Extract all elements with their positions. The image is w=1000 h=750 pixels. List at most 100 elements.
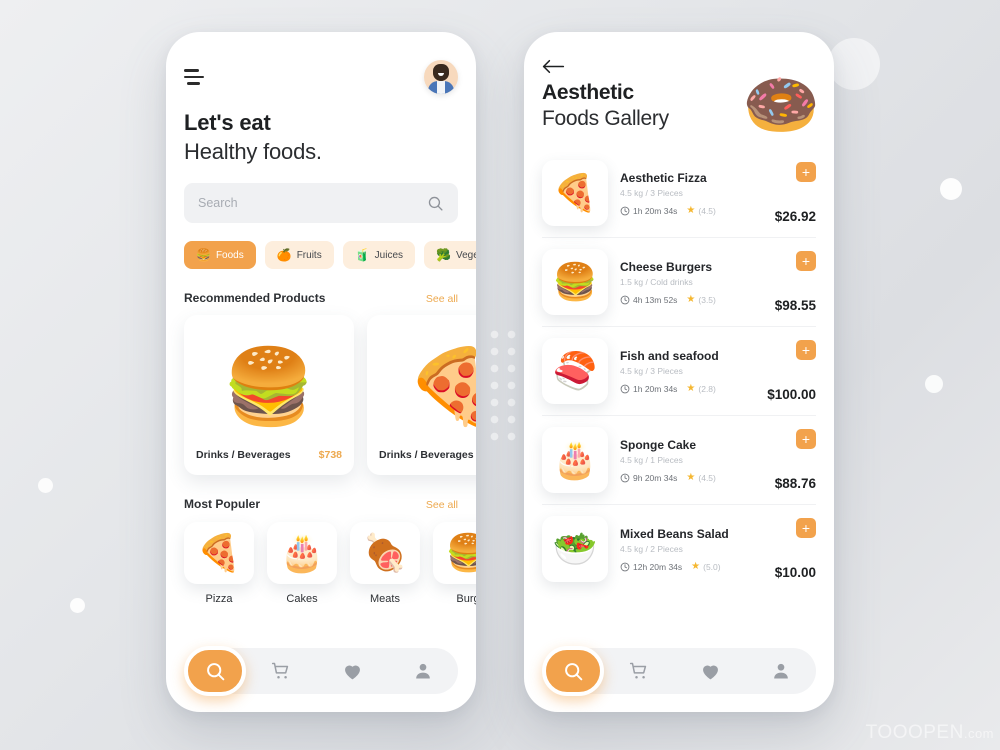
popular-title: Most Populer — [184, 497, 261, 511]
search-placeholder: Search — [198, 196, 238, 210]
category-chip-juices[interactable]: 🧃 Juices — [342, 241, 416, 269]
popular-item-cakes[interactable]: 🎂 Cakes — [267, 522, 337, 605]
gallery-title-line-2: Foods Gallery — [542, 107, 669, 130]
salad-thumbnail: 🥗 — [542, 516, 608, 582]
list-item-rating: ★ (3.5) — [686, 293, 716, 305]
heart-icon[interactable] — [342, 661, 363, 682]
category-chip-label: Foods — [215, 249, 244, 261]
popular-item-list[interactable]: 🍕 Pizza 🎂 Cakes 🍖 Meats 🍔 Burg — [184, 522, 476, 605]
nav-item-favorites[interactable] — [675, 661, 746, 682]
pizza-icon: 🍕 — [184, 522, 254, 584]
star-icon: ★ — [691, 560, 701, 572]
category-chip-label: Juices — [374, 249, 404, 261]
popular-item-burgers[interactable]: 🍔 Burg — [433, 522, 476, 605]
gallery-header: Aesthetic Foods Gallery 🍩 — [542, 75, 820, 137]
heart-icon[interactable] — [700, 661, 721, 682]
search-icon[interactable] — [563, 661, 584, 682]
decorative-circle — [38, 478, 53, 493]
list-item-subtitle: 4.5 kg / 3 Pieces — [620, 187, 683, 198]
juice-icon: 🧃 — [354, 248, 370, 262]
list-item-price: $26.92 — [774, 209, 816, 224]
star-icon: ★ — [686, 382, 696, 394]
popular-see-all-link[interactable]: See all — [426, 499, 458, 511]
decorative-circle — [828, 38, 880, 90]
nav-item-search-active[interactable] — [542, 646, 604, 696]
add-to-cart-button[interactable]: + — [796, 162, 816, 182]
recommended-card[interactable]: 🍕 Drinks / Beverages — [367, 315, 476, 475]
recommended-card-name: Drinks / Beverages — [196, 449, 291, 461]
headline-line-2: Healthy foods. — [184, 139, 322, 164]
seafood-thumbnail: 🍣 — [542, 338, 608, 404]
cart-icon[interactable] — [629, 661, 649, 681]
home-bottom-navigation[interactable] — [184, 646, 458, 696]
recommended-card-name: Drinks / Beverages — [379, 449, 474, 461]
watermark-suffix: .com — [963, 726, 994, 741]
add-to-cart-button[interactable]: + — [796, 340, 816, 360]
add-to-cart-button[interactable]: + — [796, 251, 816, 271]
list-item[interactable]: 🍔 Cheese Burgers 1.5 kg / Cold drinks 4h… — [542, 238, 816, 327]
category-chip-fruits[interactable]: 🍊 Fruits — [264, 241, 334, 269]
burger-icon: 🍔 — [196, 248, 211, 262]
recommended-section-header: Recommended Products See all — [184, 291, 458, 305]
list-item[interactable]: 🎂 Sponge Cake 4.5 kg / 1 Pieces 9h 20m 3… — [542, 416, 816, 505]
headline-line-1: Let's eat — [184, 110, 271, 135]
star-icon: ★ — [686, 293, 696, 305]
list-item-title: Sponge Cake — [620, 437, 697, 452]
broccoli-icon: 🥦 — [436, 248, 451, 262]
category-chip-vegetables[interactable]: 🥦 Veget — [424, 241, 476, 269]
add-to-cart-button[interactable]: + — [796, 429, 816, 449]
clock-icon — [620, 562, 630, 571]
phone-gallery-screen: Aesthetic Foods Gallery 🍩 🍕 Aesthetic Fi… — [524, 32, 834, 712]
list-item-title: Cheese Burgers — [620, 259, 713, 274]
search-icon[interactable] — [205, 661, 226, 682]
list-item-title: Fish and seafood — [620, 348, 719, 363]
list-item-time: 9h 20m 34s — [620, 473, 677, 483]
list-item[interactable]: 🍕 Aesthetic Fizza 4.5 kg / 3 Pieces 1h 2… — [542, 149, 816, 238]
recommended-card-list[interactable]: 🍔 Drinks / Beverages $738 🍕 Drinks / Bev… — [184, 315, 476, 475]
pizza-thumbnail: 🍕 — [542, 160, 608, 226]
category-chip-label: Veget — [455, 249, 476, 261]
popular-item-meats[interactable]: 🍖 Meats — [350, 522, 420, 605]
profile-icon[interactable] — [771, 661, 791, 681]
recommended-title: Recommended Products — [184, 291, 326, 305]
nav-item-profile[interactable] — [387, 661, 458, 681]
category-chip-foods[interactable]: 🍔 Foods — [184, 241, 256, 269]
list-item[interactable]: 🍣 Fish and seafood 4.5 kg / 3 Pieces 1h … — [542, 327, 816, 416]
list-item[interactable]: 🥗 Mixed Beans Salad 4.5 kg / 2 Pieces 12… — [542, 505, 816, 593]
list-item-rating: ★ (5.0) — [691, 560, 721, 572]
list-item-time: 4h 13m 52s — [620, 295, 677, 305]
popular-item-label: Pizza — [205, 593, 233, 605]
nav-item-profile[interactable] — [745, 661, 816, 681]
list-item-title: Aesthetic Fizza — [620, 170, 707, 185]
nav-item-cart[interactable] — [246, 661, 317, 681]
donut-hero-image: 🍩 — [742, 71, 820, 140]
recommended-card[interactable]: 🍔 Drinks / Beverages $738 — [184, 315, 354, 475]
popular-item-pizza[interactable]: 🍕 Pizza — [184, 522, 254, 605]
recommended-see-all-link[interactable]: See all — [426, 293, 458, 305]
star-icon: ★ — [686, 471, 696, 483]
hamburger-menu-icon[interactable] — [184, 69, 204, 85]
nav-item-favorites[interactable] — [317, 661, 388, 682]
burger-image: 🍔 — [222, 345, 316, 428]
watermark-text: TOOOPEN — [865, 722, 964, 743]
gallery-bottom-navigation[interactable] — [542, 646, 816, 696]
home-topbar — [184, 32, 458, 94]
gallery-item-list[interactable]: 🍕 Aesthetic Fizza 4.5 kg / 3 Pieces 1h 2… — [542, 149, 816, 593]
list-item-price: $10.00 — [774, 565, 816, 580]
add-to-cart-button[interactable]: + — [796, 518, 816, 538]
back-arrow-icon[interactable] — [542, 32, 816, 75]
nav-item-search-active[interactable] — [184, 646, 246, 696]
list-item-subtitle: 4.5 kg / 1 Pieces — [620, 454, 683, 465]
nav-item-cart[interactable] — [604, 661, 675, 681]
category-chip-list[interactable]: 🍔 Foods 🍊 Fruits 🧃 Juices 🥦 Veget — [184, 241, 476, 269]
profile-icon[interactable] — [413, 661, 433, 681]
recommended-card-price: $738 — [318, 449, 342, 461]
phone-home-screen: Let's eat Healthy foods. Search 🍔 Foods … — [166, 32, 476, 712]
search-icon[interactable] — [427, 195, 444, 212]
cake-icon: 🎂 — [267, 522, 337, 584]
user-avatar[interactable] — [424, 60, 458, 94]
cart-icon[interactable] — [271, 661, 291, 681]
decorative-circle — [925, 375, 943, 393]
list-item-subtitle: 4.5 kg / 3 Pieces — [620, 365, 683, 376]
search-input[interactable]: Search — [184, 183, 458, 223]
